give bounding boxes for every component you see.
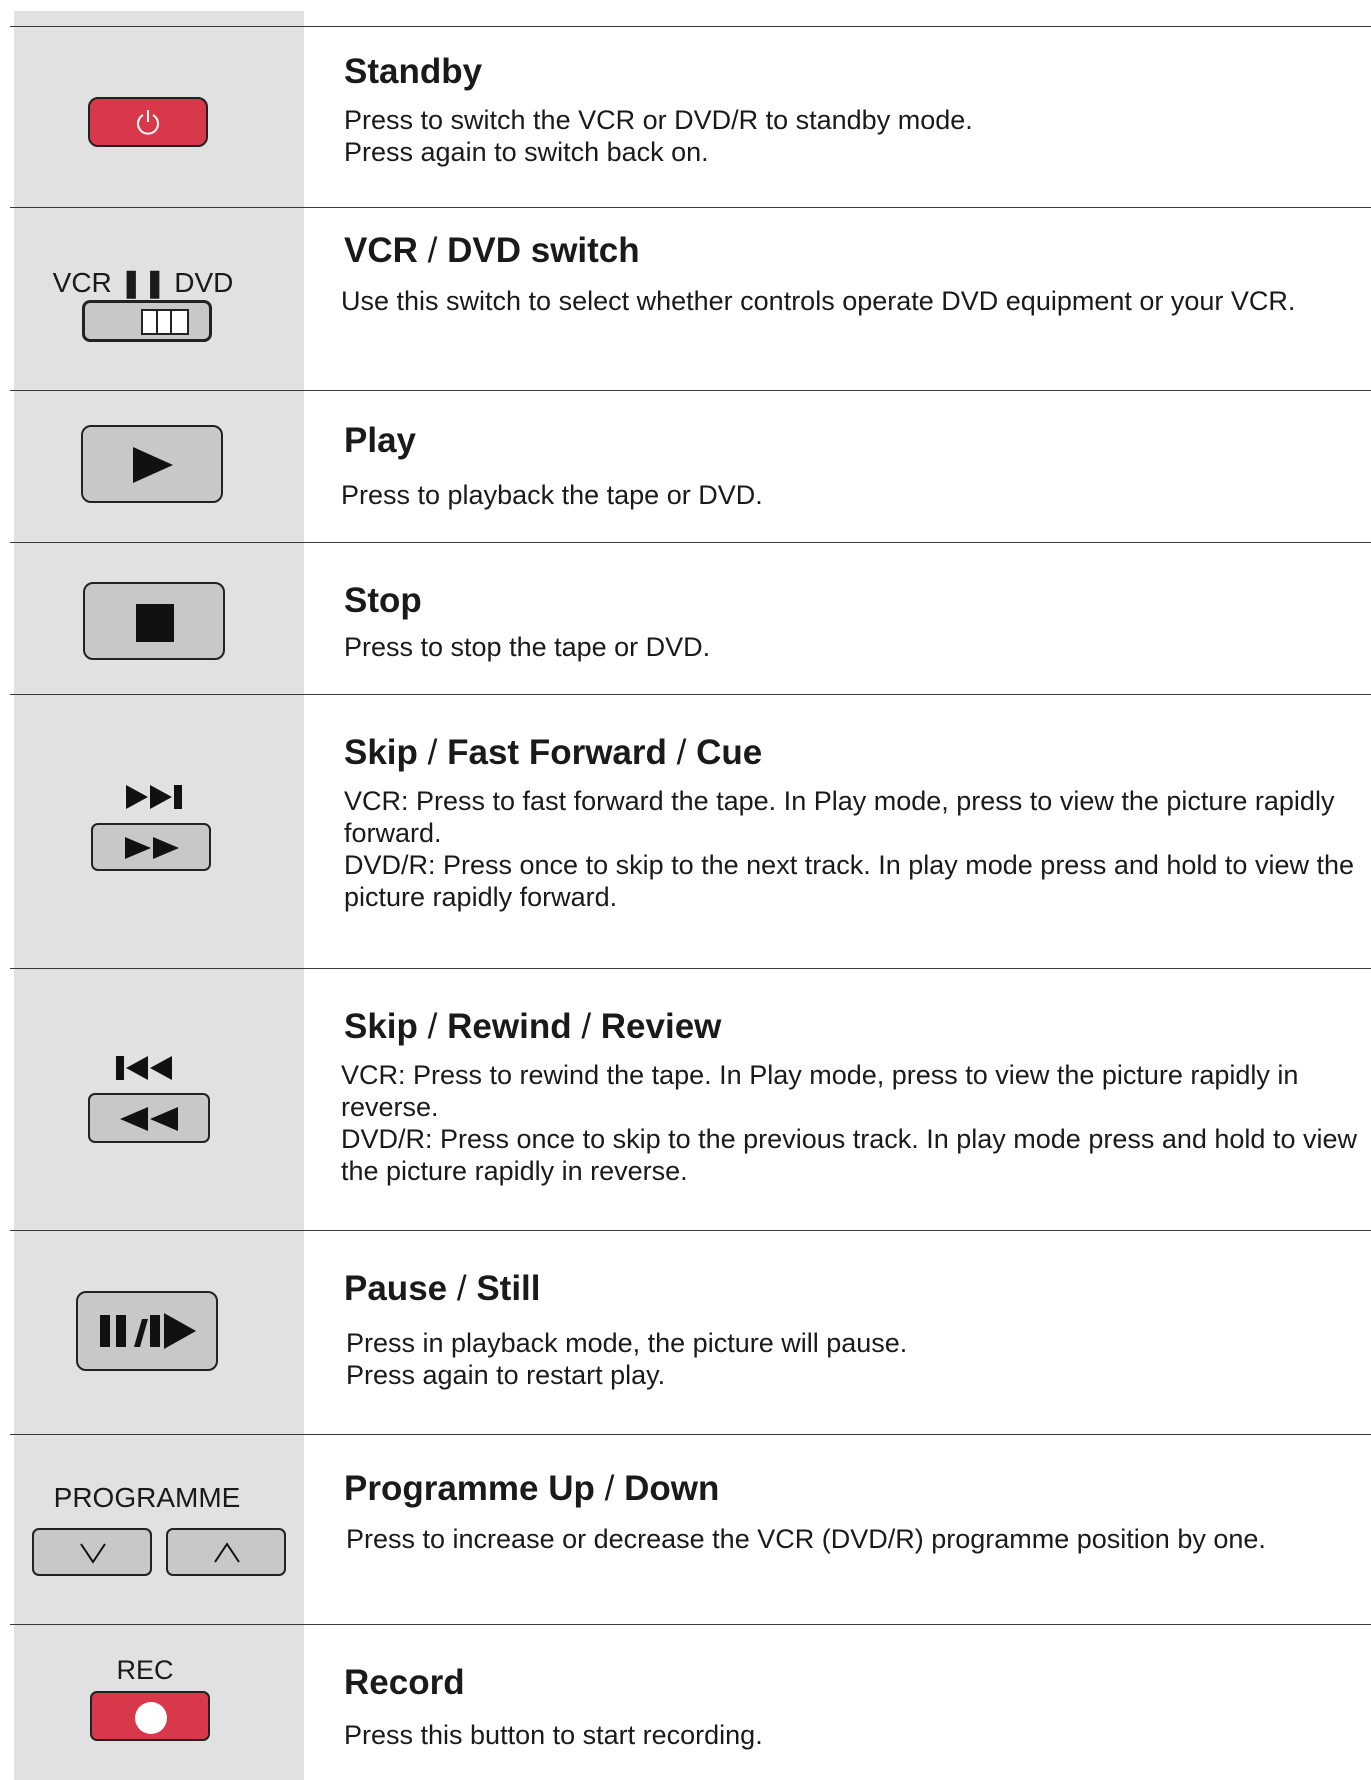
- icon-cell: VCR ❚❚ DVD: [14, 208, 304, 390]
- icon-cell: [14, 969, 304, 1230]
- section-title: VCR / DVD switch: [344, 231, 640, 270]
- rewind-icon: [120, 1107, 178, 1131]
- section-description: Press to playback the tape or DVD.: [341, 480, 763, 510]
- icon-cell: [14, 391, 304, 542]
- programme-down-button: [32, 1528, 152, 1576]
- icon-cell: [14, 1231, 304, 1434]
- vcr-dvd-slide-switch-icon: [141, 309, 189, 335]
- play-button: [81, 425, 223, 503]
- record-button: [90, 1691, 210, 1741]
- section-title: Standby: [344, 52, 483, 91]
- rec-label: REC: [116, 1655, 174, 1685]
- section-description: VCR: Press to rewind the tape. In Play m…: [341, 1060, 1357, 1186]
- icon-cell: [14, 543, 304, 694]
- fast-forward-button: [91, 823, 211, 871]
- section-title: Skip / Fast Forward / Cue: [344, 733, 763, 772]
- skip-next-icon: [126, 785, 182, 809]
- text-cell: Skip / Fast Forward / Cue VCR: Press to …: [344, 733, 1369, 913]
- section-rewind: Skip / Rewind / Review VCR: Press to rew…: [0, 969, 1371, 1230]
- section-title: Record: [344, 1663, 465, 1702]
- skip-previous-icon: [116, 1056, 172, 1080]
- section-stop: Stop Press to stop the tape or DVD.: [0, 543, 1371, 694]
- section-description: Press to increase or decrease the VCR (D…: [346, 1524, 1266, 1554]
- section-vcr-dvd-switch: VCR ❚❚ DVD VCR / DVD switch Use this swi…: [0, 208, 1371, 390]
- section-record: REC Record Press this button to start re…: [0, 1625, 1371, 1780]
- section-description: VCR: Press to fast forward the tape. In …: [344, 786, 1354, 912]
- section-standby: Standby Press to switch the VCR or DVD/R…: [0, 27, 1371, 207]
- section-programme: PROGRAMME Programme Up / Down Press to i…: [0, 1435, 1371, 1624]
- section-description: Press in playback mode, the picture will…: [346, 1328, 908, 1390]
- section-pause-still: Pause / Still Press in playback mode, th…: [0, 1231, 1371, 1434]
- stop-button: [83, 582, 225, 660]
- text-cell: Standby Press to switch the VCR or DVD/R…: [344, 52, 1369, 168]
- section-title: Programme Up / Down: [344, 1469, 720, 1508]
- section-description: Press to switch the VCR or DVD/R to stan…: [344, 105, 973, 167]
- standby-button: [88, 97, 208, 147]
- remote-control-reference: Standby Press to switch the VCR or DVD/R…: [0, 0, 1371, 1780]
- icon-cell: [14, 27, 304, 207]
- section-title: Play: [344, 421, 416, 460]
- text-cell: Pause / Still Press in playback mode, th…: [344, 1269, 1369, 1391]
- stop-icon: [136, 604, 174, 642]
- programme-label: PROGRAMME: [53, 1482, 241, 1513]
- vcr-dvd-slide-switch: [82, 300, 212, 342]
- section-fast-forward: Skip / Fast Forward / Cue VCR: Press to …: [0, 695, 1371, 968]
- text-cell: Programme Up / Down Press to increase or…: [344, 1469, 1369, 1555]
- icon-cell: REC: [14, 1625, 304, 1780]
- section-title: Skip / Rewind / Review: [344, 1007, 722, 1046]
- section-description: Press to stop the tape or DVD.: [344, 632, 711, 662]
- pause-still-icon: [100, 1313, 196, 1349]
- text-cell: Play Press to playback the tape or DVD.: [341, 421, 1369, 511]
- power-icon: [137, 110, 159, 135]
- switch-label: VCR ❚❚ DVD: [52, 267, 234, 298]
- pause-still-button: [76, 1291, 218, 1371]
- section-description: Use this switch to select whether contro…: [341, 286, 1296, 316]
- section-description: Press this button to start recording.: [344, 1720, 763, 1750]
- icon-cell: [14, 695, 304, 968]
- programme-up-button: [166, 1528, 286, 1576]
- play-icon: [133, 447, 173, 483]
- section-play: Play Press to playback the tape or DVD.: [0, 391, 1371, 542]
- section-title: Pause / Still: [344, 1269, 541, 1308]
- text-cell: Stop Press to stop the tape or DVD.: [344, 581, 1369, 663]
- text-cell: Record Press this button to start record…: [344, 1663, 1369, 1751]
- icon-cell: PROGRAMME: [14, 1435, 304, 1624]
- fast-forward-icon: [125, 837, 179, 859]
- section-title: Stop: [344, 581, 422, 620]
- text-cell: VCR / DVD switch Use this switch to sele…: [341, 231, 1369, 317]
- rewind-button: [88, 1093, 210, 1143]
- chevron-up-icon: [214, 1542, 240, 1563]
- text-cell: Skip / Rewind / Review VCR: Press to rew…: [341, 1007, 1369, 1187]
- chevron-down-icon: [80, 1543, 106, 1564]
- record-icon: [135, 1702, 167, 1734]
